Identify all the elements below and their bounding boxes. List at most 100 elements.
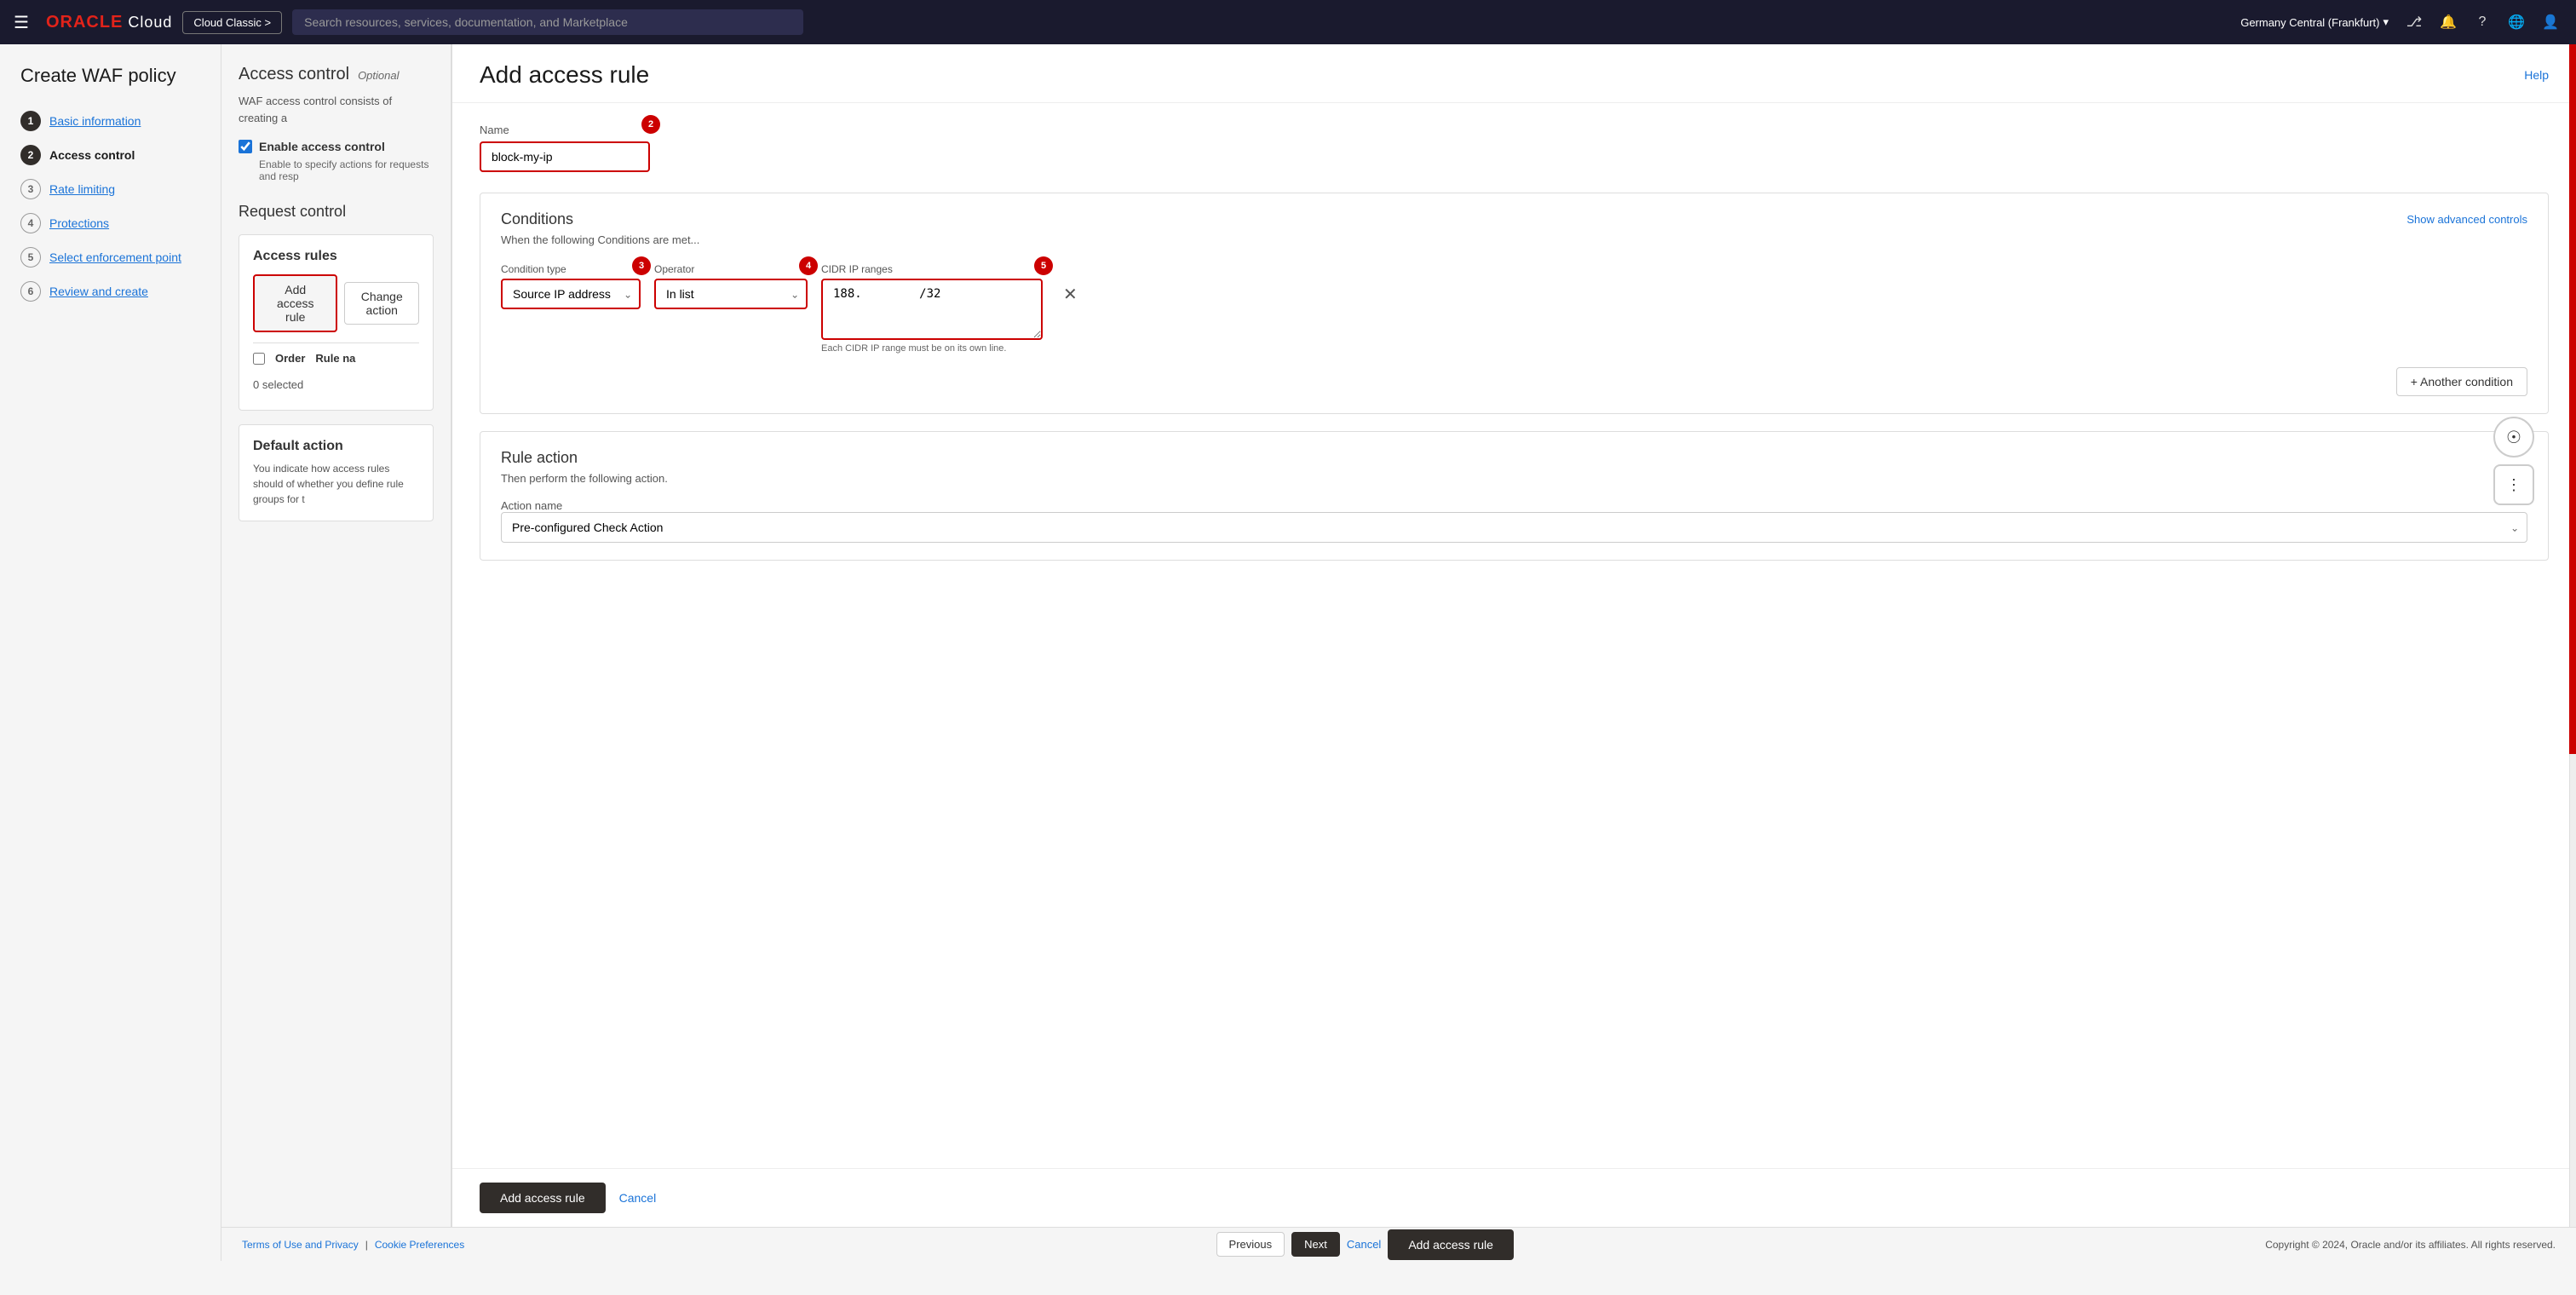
divider: | — [365, 1239, 368, 1251]
remove-condition-button[interactable]: ✕ — [1056, 280, 1084, 308]
user-icon[interactable]: 👤 — [2539, 10, 2562, 34]
add-access-rule-button[interactable]: Add access rule — [253, 274, 337, 332]
request-control-title: Request control — [239, 203, 434, 221]
enable-access-control-sublabel: Enable to specify actions for requests a… — [259, 158, 434, 182]
action-name-select-wrapper: Pre-configured Check Action — [501, 512, 2527, 543]
modal-cancel-link[interactable]: Cancel — [619, 1191, 657, 1205]
condition-type-label: Condition type — [501, 263, 641, 275]
step-label-access-control: Access control — [49, 148, 135, 162]
modal-add-rule-button[interactable]: Add access rule — [480, 1183, 606, 1213]
help-icon[interactable]: ? — [2470, 10, 2494, 34]
hamburger-menu-icon[interactable]: ☰ — [14, 12, 29, 33]
order-column-header: Order — [275, 352, 305, 365]
conditions-header: Conditions Show advanced controls — [501, 210, 2527, 228]
optional-badge: Optional — [358, 69, 399, 82]
access-rules-box: Access rules Add access rule Change acti… — [239, 234, 434, 411]
conditions-title: Conditions — [501, 210, 573, 228]
bell-icon[interactable]: 🔔 — [2436, 10, 2460, 34]
default-action-desc: You indicate how access rules should of … — [253, 461, 419, 507]
conditions-subtitle: When the following Conditions are met... — [501, 233, 2527, 246]
terms-link[interactable]: Terms of Use and Privacy — [242, 1239, 359, 1251]
step-label-review-and-create[interactable]: Review and create — [49, 285, 148, 298]
step-label-protections[interactable]: Protections — [49, 216, 109, 230]
terminal-icon[interactable]: ⎇ — [2402, 10, 2426, 34]
modal-body: Name 2 Conditions Show advanced controls… — [452, 103, 2576, 1168]
next-button[interactable]: Next — [1291, 1232, 1340, 1257]
sidebar-item-review-and-create[interactable]: 6 Review and create — [0, 274, 221, 308]
operator-select[interactable]: In list — [654, 279, 808, 309]
select-all-checkbox[interactable] — [253, 353, 265, 365]
cidr-field: CIDR IP ranges 5 188. /32 Each CIDR IP r… — [821, 263, 1043, 354]
nav-icons: ⎇ 🔔 ? 🌐 👤 — [2402, 10, 2562, 34]
globe-icon[interactable]: 🌐 — [2504, 10, 2528, 34]
cidr-textarea[interactable]: 188. /32 — [821, 279, 1043, 340]
sidebar-item-access-control[interactable]: 2 Access control — [0, 138, 221, 172]
oracle-text: ORACLE — [46, 13, 123, 32]
left-panel: Access control Optional WAF access contr… — [221, 44, 451, 1227]
help-link[interactable]: Help — [2524, 68, 2549, 82]
sidebar-item-protections[interactable]: 4 Protections — [0, 206, 221, 240]
step-num-3: 3 — [20, 179, 41, 199]
region-selector[interactable]: Germany Central (Frankfurt) ▾ — [2240, 15, 2389, 29]
show-advanced-link[interactable]: Show advanced controls — [2406, 213, 2527, 226]
page-title: Create WAF policy — [0, 65, 221, 104]
another-condition-button[interactable]: + Another condition — [2396, 367, 2527, 396]
operator-label: Operator — [654, 263, 808, 275]
condition-type-select[interactable]: Source IP address — [501, 279, 641, 309]
access-rules-buttons: Add access rule Change action — [253, 274, 419, 332]
operator-field: Operator 4 In list — [654, 263, 808, 309]
sidebar: Create WAF policy 1 Basic information 2 … — [0, 44, 221, 1261]
rule-name-column-header: Rule na — [315, 352, 355, 365]
change-action-button[interactable]: Change action — [344, 282, 419, 325]
sidebar-item-select-enforcement-point[interactable]: 5 Select enforcement point — [0, 240, 221, 274]
cookie-link[interactable]: Cookie Preferences — [375, 1239, 464, 1251]
scroll-thumb — [2569, 44, 2576, 754]
previous-button[interactable]: Previous — [1216, 1232, 1285, 1257]
badge-2: 2 — [641, 115, 660, 134]
modal-header: Add access rule Help — [452, 44, 2576, 103]
modal-title: Add access rule — [480, 61, 649, 89]
badge-4: 4 — [799, 256, 818, 275]
bottom-bar: Terms of Use and Privacy | Cookie Prefer… — [221, 1227, 2576, 1261]
rule-action-desc: Then perform the following action. — [501, 472, 2527, 485]
bottom-left: Terms of Use and Privacy | Cookie Prefer… — [242, 1239, 464, 1251]
selected-count: 0 selected — [253, 373, 419, 396]
cloud-text: Cloud — [128, 14, 172, 32]
access-control-desc: WAF access control consists of creating … — [239, 93, 434, 126]
default-action-box: Default action You indicate how access r… — [239, 424, 434, 521]
table-header: Order Rule na — [253, 342, 419, 373]
main-layout: Create WAF policy 1 Basic information 2 … — [0, 44, 2576, 1261]
access-control-title: Access control — [239, 65, 349, 84]
grid-icon[interactable]: ⋮ — [2493, 464, 2534, 505]
step-label-basic-information[interactable]: Basic information — [49, 114, 141, 128]
modal-footer: Add access rule Cancel — [452, 1168, 2576, 1227]
step-num-2: 2 — [20, 145, 41, 165]
sidebar-item-rate-limiting[interactable]: 3 Rate limiting — [0, 172, 221, 206]
rule-action-title: Rule action — [501, 449, 2527, 467]
access-rules-title: Access rules — [253, 249, 419, 264]
enable-access-control-label: Enable access control — [259, 140, 385, 153]
rule-name-input[interactable] — [480, 141, 650, 172]
scroll-indicator — [2569, 44, 2576, 1227]
step-label-select-enforcement-point[interactable]: Select enforcement point — [49, 250, 181, 264]
cloud-classic-button[interactable]: Cloud Classic > — [182, 11, 282, 34]
enable-access-control-row: Enable access control — [239, 140, 434, 153]
region-chevron-icon: ▾ — [2383, 15, 2389, 29]
badge-3: 3 — [632, 256, 651, 275]
search-input[interactable] — [292, 9, 803, 35]
condition-type-field: Condition type 3 Source IP address — [501, 263, 641, 309]
step-label-rate-limiting[interactable]: Rate limiting — [49, 182, 115, 196]
sidebar-item-basic-information[interactable]: 1 Basic information — [0, 104, 221, 138]
condition-type-select-wrapper: Source IP address — [501, 279, 641, 309]
conditions-section: Conditions Show advanced controls When t… — [480, 193, 2549, 414]
bottom-add-rule-button[interactable]: Add access rule — [1388, 1229, 1514, 1260]
modal-panel: Add access rule Help Name 2 Conditions — [451, 44, 2576, 1227]
name-field-wrapper: Name 2 — [480, 124, 650, 172]
cancel-button[interactable]: Cancel — [1347, 1238, 1381, 1251]
default-action-title: Default action — [253, 439, 419, 454]
steps-list: 1 Basic information 2 Access control 3 R… — [0, 104, 221, 308]
action-name-select[interactable]: Pre-configured Check Action — [501, 512, 2527, 543]
nav-right: Germany Central (Frankfurt) ▾ ⎇ 🔔 ? 🌐 👤 — [2240, 10, 2562, 34]
help-circle-icon[interactable]: ☉ — [2493, 417, 2534, 458]
enable-access-control-checkbox[interactable] — [239, 140, 252, 153]
